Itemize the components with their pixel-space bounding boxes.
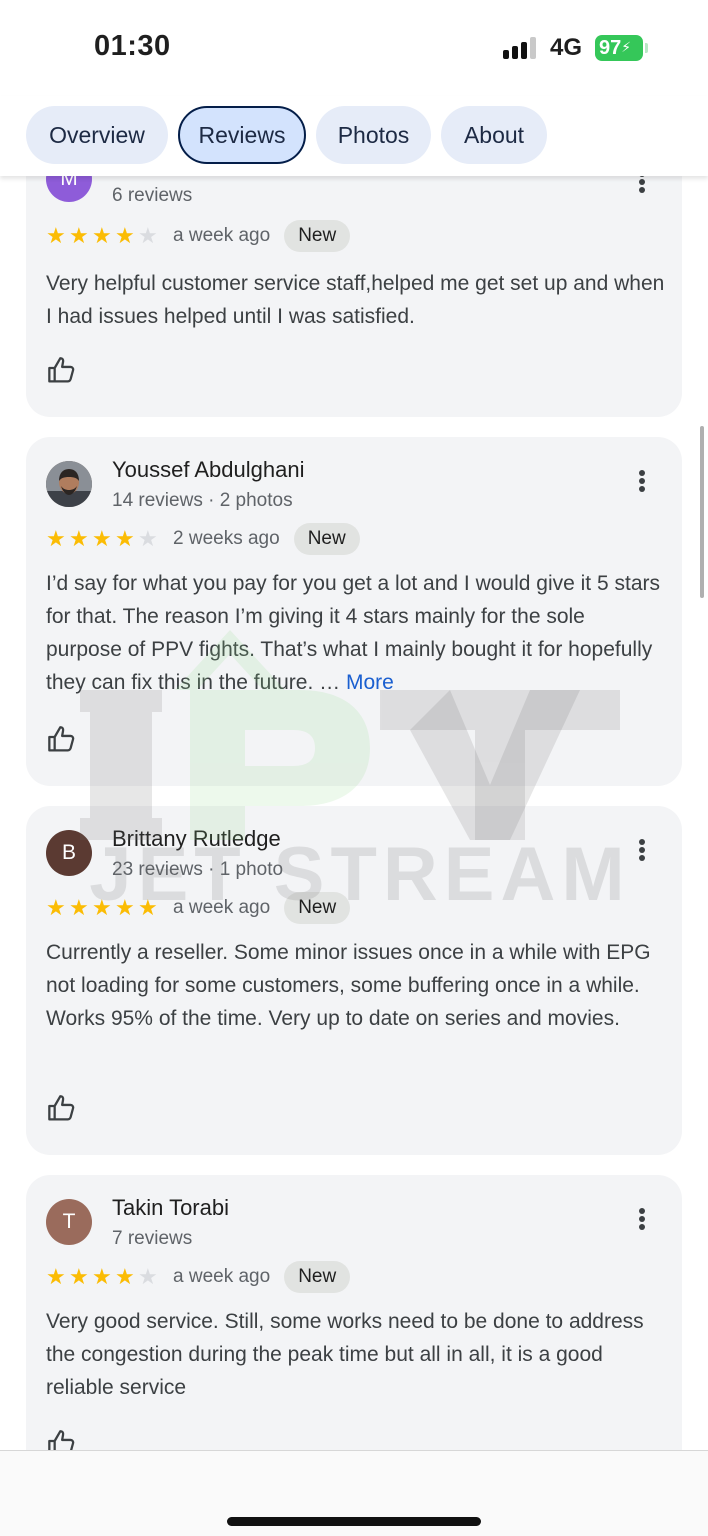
- battery-icon: 97⚡: [595, 35, 643, 61]
- star-icon: ★: [115, 1264, 135, 1289]
- tab-reviews[interactable]: Reviews: [178, 106, 306, 164]
- thumb-up-icon[interactable]: [46, 354, 78, 386]
- reviewer-meta[interactable]: 6 reviews: [112, 185, 192, 207]
- star-icon: ★: [46, 526, 66, 551]
- star-icon: ★: [138, 895, 158, 920]
- review-text: Very helpful customer service staff,help…: [46, 272, 665, 328]
- reviewer-meta[interactable]: 14 reviews · 2 photos: [112, 490, 293, 512]
- more-vert-icon[interactable]: [631, 839, 653, 869]
- avatar[interactable]: [46, 461, 92, 507]
- rating-row: ★ ★ ★ ★ ★ 2 weeks ago New: [46, 523, 360, 555]
- avatar[interactable]: B: [46, 830, 92, 876]
- rating-row: ★ ★ ★ ★ ★ a week ago New: [46, 220, 351, 252]
- new-badge: New: [293, 523, 360, 555]
- star-icon: ★: [115, 223, 135, 248]
- star-icon: ★: [115, 526, 135, 551]
- review-text: Currently a reseller. Some minor issues …: [46, 941, 651, 1030]
- star-icon: ★: [92, 1264, 112, 1289]
- star-rating: ★ ★ ★ ★ ★: [46, 528, 161, 550]
- star-icon: ★: [69, 526, 89, 551]
- bottom-bar: [0, 1450, 708, 1536]
- star-rating: ★ ★ ★ ★ ★: [46, 1266, 161, 1288]
- star-icon: ★: [138, 223, 158, 248]
- review-text: I’d say for what you pay for you get a l…: [46, 567, 666, 699]
- reviewer-name[interactable]: Brittany Rutledge: [112, 826, 281, 852]
- thumb-up-icon[interactable]: [46, 723, 78, 755]
- new-badge: New: [284, 1261, 351, 1293]
- star-icon: ★: [46, 223, 66, 248]
- star-icon: ★: [92, 526, 112, 551]
- tab-about[interactable]: About: [441, 106, 547, 164]
- more-vert-icon[interactable]: [631, 1208, 653, 1238]
- status-bar: 01:30 4G 97⚡: [0, 0, 708, 96]
- review-time: a week ago: [173, 1266, 271, 1287]
- battery-tip: [645, 43, 648, 53]
- rating-row: ★ ★ ★ ★ ★ a week ago New: [46, 1261, 351, 1293]
- reviewer-name[interactable]: Youssef Abdulghani: [112, 457, 304, 483]
- reviewer-meta[interactable]: 7 reviews: [112, 1228, 192, 1250]
- star-icon: ★: [69, 1264, 89, 1289]
- thumb-up-icon[interactable]: [46, 1092, 78, 1124]
- review-text: Very good service. Still, some works nee…: [46, 1310, 644, 1399]
- star-icon: ★: [69, 895, 89, 920]
- reviewer-meta[interactable]: 23 reviews · 1 photo: [112, 859, 283, 881]
- home-indicator[interactable]: [227, 1517, 481, 1526]
- scrollbar[interactable]: [700, 426, 704, 598]
- more-vert-icon[interactable]: [631, 470, 653, 500]
- avatar-photo: [46, 461, 92, 507]
- avatar[interactable]: T: [46, 1199, 92, 1245]
- tab-photos[interactable]: Photos: [316, 106, 431, 164]
- tab-overview[interactable]: Overview: [26, 106, 168, 164]
- review-card: M 6 reviews ★ ★ ★ ★ ★ a week ago New Ver…: [26, 140, 682, 417]
- rating-row: ★ ★ ★ ★ ★ a week ago New: [46, 892, 351, 924]
- tab-bar: Overview Reviews Photos About: [0, 96, 708, 176]
- star-rating: ★ ★ ★ ★ ★: [46, 897, 161, 919]
- review-time: a week ago: [173, 897, 271, 918]
- star-icon: ★: [69, 223, 89, 248]
- more-link[interactable]: More: [346, 671, 394, 694]
- star-icon: ★: [115, 895, 135, 920]
- star-icon: ★: [46, 1264, 66, 1289]
- reviewer-name[interactable]: Takin Torabi: [112, 1195, 229, 1221]
- signal-icon: [503, 37, 539, 59]
- battery-level: 97: [599, 37, 622, 59]
- star-icon: ★: [92, 895, 112, 920]
- star-rating: ★ ★ ★ ★ ★: [46, 225, 161, 247]
- review-time: 2 weeks ago: [173, 528, 280, 549]
- review-card: T Takin Torabi 7 reviews ★ ★ ★ ★ ★ a wee…: [26, 1175, 682, 1475]
- review-time: a week ago: [173, 225, 271, 246]
- status-time: 01:30: [94, 30, 171, 62]
- star-icon: ★: [92, 223, 112, 248]
- network-type: 4G: [550, 34, 583, 61]
- review-card: B Brittany Rutledge 23 reviews · 1 photo…: [26, 806, 682, 1155]
- new-badge: New: [284, 892, 351, 924]
- star-icon: ★: [138, 1264, 158, 1289]
- star-icon: ★: [46, 895, 66, 920]
- review-card: Youssef Abdulghani 14 reviews · 2 photos…: [26, 437, 682, 786]
- star-icon: ★: [138, 526, 158, 551]
- new-badge: New: [284, 220, 351, 252]
